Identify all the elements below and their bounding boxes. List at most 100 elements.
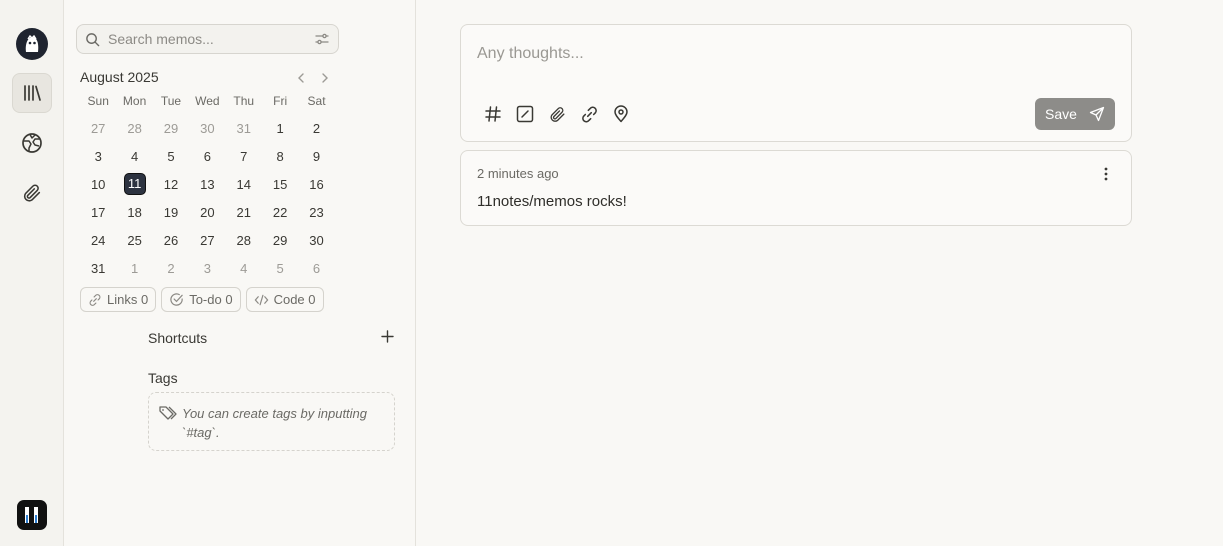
calendar-day[interactable]: 31 xyxy=(80,261,116,276)
calendar-day[interactable]: 27 xyxy=(80,121,116,136)
calendar-day[interactable]: 3 xyxy=(189,261,225,276)
calendar-day-number: 27 xyxy=(200,232,215,248)
save-button[interactable]: Save xyxy=(1035,98,1115,130)
nav-attachments[interactable] xyxy=(12,173,52,213)
calendar-day[interactable]: 31 xyxy=(226,121,262,136)
calendar-day[interactable]: 8 xyxy=(262,149,298,164)
app-logo[interactable] xyxy=(16,28,48,60)
calendar-day[interactable]: 28 xyxy=(226,233,262,248)
calendar-day[interactable]: 6 xyxy=(189,149,225,164)
links-stat[interactable]: Links 0 xyxy=(80,287,157,312)
calendar-day[interactable]: 3 xyxy=(80,149,116,164)
calendar-day[interactable]: 30 xyxy=(298,233,334,248)
memo-input[interactable] xyxy=(477,45,1077,69)
calendar-day[interactable]: 1 xyxy=(116,261,152,276)
calendar-day[interactable]: 22 xyxy=(262,205,298,220)
calendar-day[interactable]: 19 xyxy=(153,205,189,220)
calendar-day[interactable]: 15 xyxy=(262,177,298,192)
calendar-day[interactable]: 4 xyxy=(226,261,262,276)
memo-content: 11notes/memos rocks! xyxy=(477,193,627,210)
calendar-day-number: 11 xyxy=(123,173,146,195)
nav-memos[interactable] xyxy=(12,73,52,113)
memo-card: 2 minutes ago 11notes/memos rocks! xyxy=(460,150,1132,226)
add-shortcut-button[interactable] xyxy=(378,327,396,345)
calendar-day[interactable]: 20 xyxy=(189,205,225,220)
calendar-day[interactable]: 1 xyxy=(262,121,298,136)
calendar-day-number: 13 xyxy=(200,176,215,192)
calendar-day[interactable]: 26 xyxy=(153,233,189,248)
calendar-day-number: 28 xyxy=(236,232,251,248)
calendar-day[interactable]: 29 xyxy=(153,121,189,136)
calendar-day[interactable]: 7 xyxy=(226,149,262,164)
weekday-label: Tue xyxy=(160,94,182,108)
calendar-day-number: 14 xyxy=(236,176,251,192)
link-icon xyxy=(581,106,597,122)
calendar-day-today[interactable]: 11 xyxy=(116,173,152,195)
paperclip-icon xyxy=(23,184,41,202)
calendar-day-number: 15 xyxy=(272,176,288,192)
calendar-day[interactable]: 2 xyxy=(153,261,189,276)
calendar-day-number: 1 xyxy=(276,120,284,136)
calendar-day[interactable]: 27 xyxy=(189,233,225,248)
calendar-day[interactable]: 5 xyxy=(153,149,189,164)
calendar-day[interactable]: 30 xyxy=(189,121,225,136)
link-tool-button[interactable] xyxy=(578,103,600,125)
tags-empty-hint: You can create tags by inputting `#tag`. xyxy=(182,406,368,440)
calendar-day-number: 18 xyxy=(127,204,142,220)
attach-tool-button[interactable] xyxy=(546,103,568,125)
filter-settings-icon[interactable] xyxy=(314,31,330,47)
calendar-day-number: 2 xyxy=(312,120,321,136)
search-icon xyxy=(86,32,100,46)
nav-explore[interactable] xyxy=(12,123,52,163)
calendar-day-number: 26 xyxy=(163,232,179,248)
memo-more-button[interactable] xyxy=(1097,165,1115,183)
calendar-day-number: 20 xyxy=(200,204,215,220)
map-pin-icon xyxy=(614,105,628,123)
calendar-week-row: 10 11 12 13 14 15 16 xyxy=(80,170,335,198)
weekday-label: Sat xyxy=(307,94,326,108)
tag-tool-button[interactable] xyxy=(482,103,504,125)
calendar-day[interactable]: 10 xyxy=(80,177,116,192)
location-tool-button[interactable] xyxy=(610,103,632,125)
calendar-day-number: 23 xyxy=(309,204,324,220)
paperclip-icon xyxy=(550,106,565,122)
calendar-day[interactable]: 29 xyxy=(262,233,298,248)
calendar-day[interactable]: 24 xyxy=(80,233,116,248)
calendar-day[interactable]: 2 xyxy=(298,121,334,136)
calendar-day[interactable]: 21 xyxy=(226,205,262,220)
calendar-day[interactable]: 17 xyxy=(80,205,116,220)
calendar-next-button[interactable] xyxy=(315,68,335,88)
calendar-day-number: 10 xyxy=(90,176,106,192)
code-stat[interactable]: Code 0 xyxy=(245,287,324,312)
calendar-prev-button[interactable] xyxy=(291,68,311,88)
calendar-day-number: 30 xyxy=(200,120,215,136)
weekday-label: Thu xyxy=(233,94,255,108)
calendar-day-number: 6 xyxy=(312,260,321,276)
calendar-month-title: August 2025 xyxy=(80,69,159,85)
tags-empty-box: You can create tags by inputting `#tag`. xyxy=(148,392,395,451)
calendar-day[interactable]: 13 xyxy=(189,177,225,192)
calendar-week-row: 3 4 5 6 7 8 9 xyxy=(80,142,335,170)
calendar-day-number: 25 xyxy=(127,232,142,248)
calendar-day[interactable]: 5 xyxy=(262,261,298,276)
checkbox-tool-button[interactable] xyxy=(514,103,536,125)
calendar-day[interactable]: 25 xyxy=(116,233,152,248)
calendar-day[interactable]: 18 xyxy=(116,205,152,220)
todo-stat[interactable]: To-do 0 xyxy=(161,287,241,312)
calendar-day[interactable]: 6 xyxy=(298,261,334,276)
calendar-day[interactable]: 9 xyxy=(298,149,334,164)
calendar-day-number: 3 xyxy=(94,148,102,164)
calendar-day-number: 27 xyxy=(90,120,106,136)
calendar-day[interactable]: 23 xyxy=(298,205,334,220)
calendar-day[interactable]: 12 xyxy=(153,177,189,192)
search-box[interactable] xyxy=(76,24,339,54)
calendar-day[interactable]: 16 xyxy=(298,177,334,192)
search-input[interactable] xyxy=(108,31,314,47)
calendar-day[interactable]: 14 xyxy=(226,177,262,192)
calendar-day[interactable]: 4 xyxy=(116,149,152,164)
calendar-day-number: 4 xyxy=(240,260,248,276)
calendar-day-number: 24 xyxy=(90,232,106,248)
calendar-day[interactable]: 28 xyxy=(116,121,152,136)
checkbox-icon xyxy=(516,105,534,123)
user-avatar[interactable] xyxy=(17,500,47,530)
